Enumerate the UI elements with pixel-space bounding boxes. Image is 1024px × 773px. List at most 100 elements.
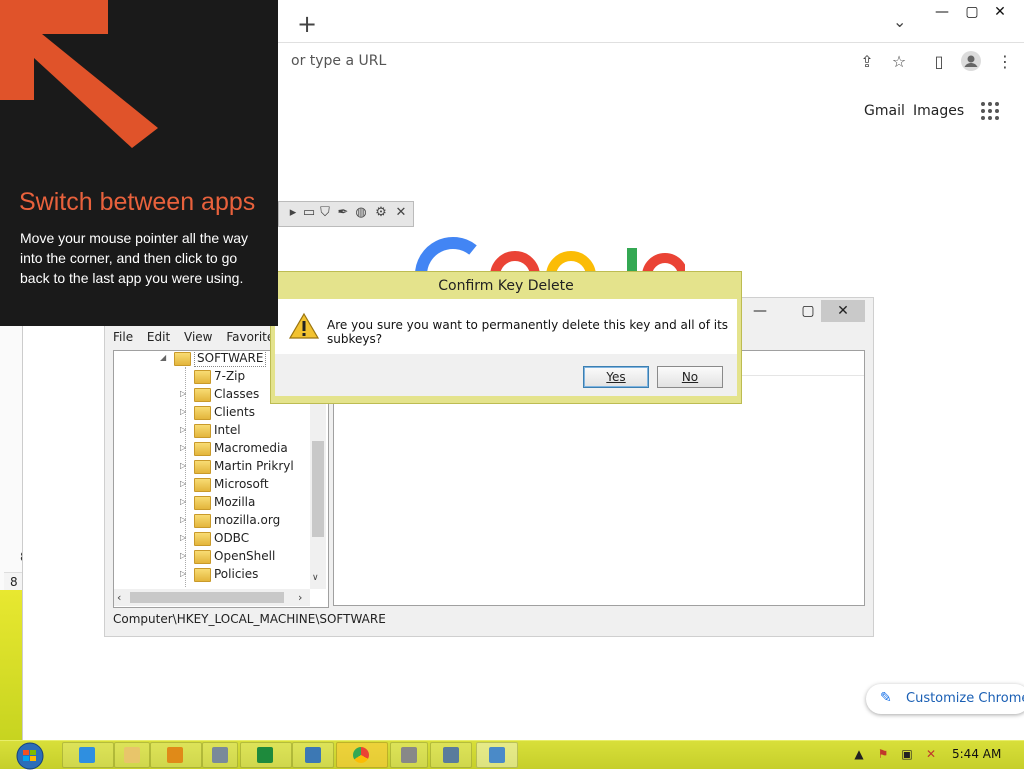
tree-node[interactable]: ▷ Macromedia [114, 439, 310, 457]
regedit-status-bar: Computer\HKEY_LOCAL_MACHINE\SOFTWARE [113, 612, 386, 626]
dialog-title: Confirm Key Delete [438, 278, 574, 294]
expand-arrow-icon[interactable]: ▷ [180, 511, 186, 529]
regedit-maximize-button[interactable]: ▢ [793, 300, 823, 322]
taskbar-remote[interactable] [292, 742, 334, 768]
tree-node-label: Martin Prikryl [214, 459, 294, 473]
taskbar-excel[interactable] [240, 742, 292, 768]
tree-node[interactable]: ▷ mozilla.org [114, 511, 310, 529]
menu-edit[interactable]: Edit [147, 330, 170, 344]
cursor-icon[interactable]: ▸ [285, 205, 301, 221]
side-panel-icon[interactable]: ▯ [927, 50, 951, 74]
no-button[interactable]: No [657, 366, 723, 388]
close-button[interactable]: ✕ [985, 4, 1015, 22]
scroll-left-arrow-icon[interactable]: ‹ [117, 591, 121, 604]
expand-arrow-icon[interactable]: ▷ [180, 493, 186, 511]
tree-node[interactable]: ▷ Martin Prikryl [114, 457, 310, 475]
regedit-close-button[interactable]: ✕ [821, 300, 865, 322]
tip-body: Move your mouse pointer all the way into… [20, 230, 248, 286]
scroll-right-arrow-icon[interactable]: › [298, 591, 302, 604]
tree-node[interactable]: ▷ Mozilla [114, 493, 310, 511]
share-icon[interactable]: ⇪ [855, 50, 879, 74]
tree-vertical-scroll-thumb[interactable] [312, 441, 324, 537]
regedit-menubar: File Edit View Favorite [113, 330, 293, 350]
yes-button[interactable]: Yes [583, 366, 649, 388]
taskbar-explorer[interactable] [114, 742, 150, 768]
menu-file[interactable]: File [113, 330, 133, 344]
taskbar-printer[interactable] [390, 742, 428, 768]
expand-arrow-icon[interactable]: ▷ [180, 547, 186, 565]
dialog-message: Are you sure you want to permanently del… [327, 318, 729, 346]
expand-arrow-icon[interactable]: ▷ [180, 439, 186, 457]
new-tab-button[interactable]: + [293, 10, 321, 38]
gear-icon[interactable]: ⚙ [373, 205, 389, 221]
tray-volume-muted-icon[interactable]: ✕ [924, 747, 938, 761]
printer-icon [401, 747, 417, 763]
warning-icon [288, 312, 320, 340]
taskbar-screen[interactable] [430, 742, 472, 768]
folder-icon [194, 370, 211, 384]
filter-icon[interactable]: ⛉ [317, 205, 333, 221]
folder-icon [194, 568, 211, 582]
regedit-minimize-button[interactable]: — [745, 300, 775, 322]
close-icon[interactable]: ✕ [393, 205, 409, 221]
tree-node[interactable]: ▷ OpenShell [114, 547, 310, 565]
tree-node-label: Macromedia [214, 441, 288, 455]
folder-icon [194, 496, 211, 510]
tray-clock[interactable]: 5:44 AM [952, 747, 1001, 761]
globe-icon[interactable]: ◍ [353, 205, 369, 221]
pen-icon[interactable]: ✒ [335, 205, 351, 221]
minimize-button[interactable]: — [927, 4, 957, 22]
collapse-arrow-icon[interactable]: ◢ [160, 351, 166, 367]
folder-icon [174, 352, 191, 366]
menu-kebab-icon[interactable]: ⋮ [993, 50, 1017, 74]
customize-chrome-button[interactable]: ✎ Customize Chrome [866, 684, 1024, 714]
tree-node-label: Policies [214, 567, 259, 581]
taskbar-regedit[interactable] [476, 742, 518, 768]
no-button-label: No [681, 370, 699, 384]
windows-orb-icon[interactable] [10, 742, 50, 770]
google-apps-icon[interactable] [981, 102, 999, 120]
tree-node[interactable]: ▷ Clients [114, 403, 310, 421]
expand-arrow-icon[interactable]: ▷ [180, 565, 186, 583]
tray-up-arrow-icon[interactable]: ▲ [852, 747, 866, 761]
folder-icon [194, 406, 211, 420]
images-link[interactable]: Images [913, 103, 964, 119]
dialog-footer: Yes No [275, 354, 737, 396]
expand-arrow-icon[interactable]: ▷ [180, 421, 186, 439]
expand-arrow-icon[interactable]: ▷ [180, 385, 186, 403]
tree-node[interactable]: ▷ Microsoft [114, 475, 310, 493]
tree-node[interactable]: ▷ Intel [114, 421, 310, 439]
gmail-link[interactable]: Gmail [864, 103, 905, 119]
profile-avatar[interactable] [959, 50, 983, 74]
tab-search-button[interactable]: ⌄ [893, 12, 906, 31]
tree-node[interactable]: ▷ Policies [114, 565, 310, 583]
taskbar-doc[interactable] [202, 742, 238, 768]
yes-button-label: Yes [606, 370, 626, 384]
tree-horizontal-scroll-thumb[interactable] [130, 592, 284, 603]
expand-arrow-icon[interactable]: ▷ [180, 403, 186, 421]
maximize-button[interactable]: ▢ [957, 4, 987, 22]
expand-arrow-icon[interactable]: ▷ [180, 457, 186, 475]
dialog-body: Are you sure you want to permanently del… [275, 299, 737, 354]
taskbar-chrome[interactable] [336, 742, 388, 768]
folder-icon [194, 478, 211, 492]
taskbar-media[interactable] [150, 742, 202, 768]
bookmark-star-icon[interactable]: ☆ [887, 50, 911, 74]
scroll-down-arrow-icon[interactable]: ∨ [312, 573, 319, 583]
folder-icon [194, 460, 211, 474]
menu-favorites[interactable]: Favorite [226, 330, 274, 344]
tree-node[interactable]: ▷ ODBC [114, 529, 310, 547]
rect-select-icon[interactable]: ▭ [301, 205, 317, 221]
folder-icon [194, 424, 211, 438]
expand-arrow-icon[interactable]: ▷ [180, 529, 186, 547]
excel-icon [257, 747, 273, 763]
tray-network-icon[interactable]: ▣ [900, 747, 914, 761]
folder-icon [194, 442, 211, 456]
tray-action-center-icon[interactable]: ⚑ [876, 747, 890, 761]
confirm-key-delete-dialog: Confirm Key Delete Are you sure you want… [270, 271, 742, 404]
tree-node-label: ODBC [214, 531, 250, 545]
expand-arrow-icon[interactable]: ▷ [180, 475, 186, 493]
menu-view[interactable]: View [184, 330, 212, 344]
taskbar-ie[interactable] [62, 742, 114, 768]
folder-icon [194, 388, 211, 402]
